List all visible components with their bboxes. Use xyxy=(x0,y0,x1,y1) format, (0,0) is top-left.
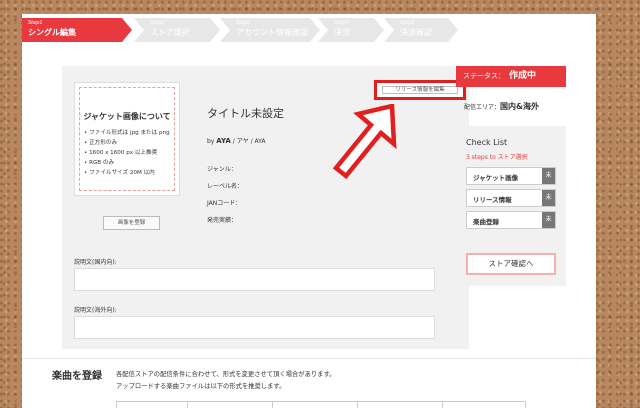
step-number: Step2 xyxy=(150,20,165,26)
section-divider xyxy=(22,358,596,359)
step-label: 決済 xyxy=(334,28,350,37)
step-label: 決済確認 xyxy=(400,28,432,37)
store-confirm-button[interactable]: ストア確認へ xyxy=(466,253,556,275)
check-item-state: 未 xyxy=(542,168,555,184)
area-label: 配信エリア： xyxy=(464,104,501,111)
jacket-image-placeholder[interactable]: ジャケット画像について • ファイル形式は jpg または png • 正方形の… xyxy=(74,82,180,196)
status-badge: ステータス： 作成中 xyxy=(456,66,566,87)
songs-section-title: 楽曲を登録 xyxy=(52,371,102,382)
list-item: • ファイル形式は jpg または png xyxy=(84,130,170,136)
overseas-description-label: 説明文(海外向): xyxy=(74,307,117,314)
domestic-description-field[interactable] xyxy=(74,268,435,291)
step-2-store-select[interactable]: Step2 ストア選択 xyxy=(134,18,220,42)
songs-instructions: 各配信ストアの配信条件に合わせて、形式を変更させて頂く場合があります。 アップロ… xyxy=(116,369,335,393)
list-item: • ファイルサイズ 20M 以内 xyxy=(84,170,155,176)
table-column-divider xyxy=(272,402,273,408)
step-number: Step5 xyxy=(400,20,415,26)
check-list-subtitle: 3 steps to ストア選択 xyxy=(466,154,528,161)
domestic-description-label: 説明文(国内向): xyxy=(74,259,117,266)
step-4-payment[interactable]: Step4 決済 xyxy=(318,18,384,42)
list-item: • 1600 x 1600 px 以上推奨 xyxy=(84,150,158,156)
table-column-divider xyxy=(357,402,358,408)
delivery-area: 配信エリア：国内&海外 xyxy=(464,101,539,112)
jan-code-label: JANコード： xyxy=(207,200,242,207)
check-list-panel: Check List 3 steps to ストア選択 ジャケット画像 未 リリ… xyxy=(456,126,566,286)
status-value: 作成中 xyxy=(509,71,537,81)
release-history-label: 発売実績： xyxy=(207,217,238,224)
artist-aliases: / アヤ / AYA xyxy=(232,138,266,145)
step-progress: Step1 シングル編集 Step2 ストア選択 Step3 アカウント情報確認… xyxy=(22,14,596,45)
instruction-line: 各配信ストアの配信条件に合わせて、形式を変更させて頂く場合があります。 xyxy=(116,371,336,378)
overseas-description-field[interactable] xyxy=(74,316,435,339)
instruction-line: アップロードする楽曲ファイルは以下の形式を推奨します。 xyxy=(116,383,286,390)
list-item: • 正方形のみ xyxy=(84,140,118,146)
list-item: • RGB のみ xyxy=(84,160,115,166)
artist-name: AYA xyxy=(216,137,231,145)
register-image-button[interactable]: 画像を登録 xyxy=(103,216,160,230)
check-item-state: 未 xyxy=(542,212,555,228)
edit-release-info-highlight: リリース情報を編集 xyxy=(374,80,466,100)
edit-release-info-button[interactable]: リリース情報を編集 xyxy=(382,86,458,94)
step-3-account-confirm[interactable]: Step3 アカウント情報確認 xyxy=(220,18,320,42)
step-label: アカウント情報確認 xyxy=(236,28,308,37)
step-1-single-edit[interactable]: Step1 シングル編集 xyxy=(22,18,132,42)
pointer-arrow-icon xyxy=(332,104,397,180)
page-sheet: Step1 シングル編集 Step2 ストア選択 Step3 アカウント情報確認… xyxy=(22,14,596,408)
step-number: Step1 xyxy=(28,20,43,26)
check-list-title: Check List xyxy=(466,138,508,147)
release-title: タイトル未設定 xyxy=(207,107,284,120)
check-item-song-register[interactable]: 楽曲登録 未 xyxy=(466,211,556,229)
check-item-state: 未 xyxy=(542,190,555,206)
jacket-requirements-list: • ファイル形式は jpg または png • 正方形のみ • 1600 x 1… xyxy=(80,128,174,178)
step-number: Step4 xyxy=(334,20,349,26)
check-item-label: リリース情報 xyxy=(473,196,512,204)
artist-line: by AYA / アヤ / AYA xyxy=(207,136,266,145)
table-column-divider xyxy=(442,402,443,408)
check-item-label: ジャケット画像 xyxy=(473,174,519,182)
step-number: Step3 xyxy=(236,20,251,26)
check-item-jacket[interactable]: ジャケット画像 未 xyxy=(466,167,556,185)
table-column-divider xyxy=(187,402,188,408)
jacket-heading: ジャケット画像について xyxy=(83,112,171,121)
format-table xyxy=(116,401,526,408)
step-label: ストア選択 xyxy=(150,28,190,37)
release-edit-panel: ジャケット画像について • ファイル形式は jpg または png • 正方形の… xyxy=(62,66,469,349)
step-label: シングル編集 xyxy=(28,28,76,37)
status-label: ステータス： xyxy=(463,72,505,80)
step-5-payment-confirm[interactable]: Step5 決済確認 xyxy=(384,18,458,42)
jacket-guidelines: ジャケット画像について • ファイル形式は jpg または png • 正方形の… xyxy=(79,87,175,191)
label-name-label: レーベル名： xyxy=(207,183,244,190)
genre-label: ジャンル： xyxy=(207,166,237,173)
check-item-release-info[interactable]: リリース情報 未 xyxy=(466,189,556,207)
area-value: 国内&海外 xyxy=(500,102,539,111)
by-prefix: by xyxy=(207,138,215,145)
check-item-label: 楽曲登録 xyxy=(473,218,499,226)
